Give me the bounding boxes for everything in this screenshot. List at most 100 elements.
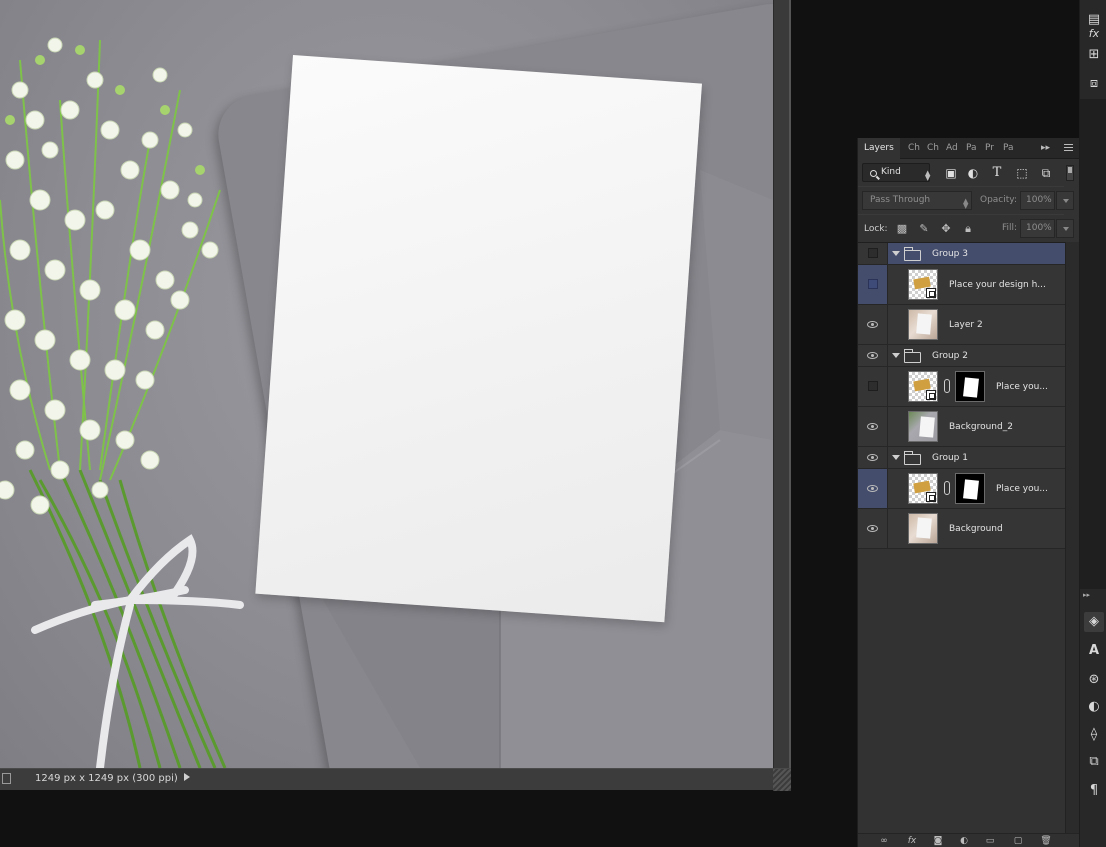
- layer-thumbnail[interactable]: [908, 411, 938, 442]
- layer-name[interactable]: Background: [949, 524, 1003, 534]
- eye-icon[interactable]: [867, 525, 878, 532]
- opacity-dropdown-icon[interactable]: [1056, 191, 1074, 210]
- filter-toggle-switch[interactable]: [1066, 165, 1074, 181]
- expand-arrow-icon[interactable]: [892, 251, 900, 256]
- layer-name[interactable]: Place you...: [996, 382, 1048, 392]
- blend-mode-select[interactable]: Pass Through ▲ ▼: [862, 191, 972, 210]
- layer-name[interactable]: Place your design h...: [949, 280, 1046, 290]
- eye-icon[interactable]: [867, 485, 878, 492]
- paragraph-icon[interactable]: ¶: [1084, 781, 1104, 801]
- character-icon[interactable]: A: [1084, 641, 1104, 661]
- status-menu-arrow-icon[interactable]: [184, 773, 190, 781]
- type-filter-icon[interactable]: T: [990, 166, 1004, 180]
- blank-card[interactable]: [255, 55, 703, 623]
- dock-panel-icon[interactable]: ⊞: [1084, 45, 1104, 65]
- properties-icon[interactable]: ⧈: [1084, 74, 1104, 94]
- visibility-empty-box[interactable]: [868, 381, 878, 391]
- lock-brush-icon[interactable]: ✎: [918, 223, 930, 235]
- tab-properties[interactable]: Pr: [983, 138, 996, 159]
- smart-object-filter-icon[interactable]: ⧉: [1039, 166, 1053, 180]
- layer-name[interactable]: Layer 2: [949, 320, 983, 330]
- adjustment-layer-icon[interactable]: ◐: [958, 836, 970, 846]
- tab-adjustments[interactable]: Ad: [944, 138, 960, 159]
- filter-kind-label: Kind: [881, 167, 901, 177]
- collapse-dock-icon[interactable]: ▸▸: [1083, 591, 1090, 599]
- layer-mask-thumbnail[interactable]: [955, 473, 985, 504]
- new-group-icon[interactable]: ▭: [984, 836, 996, 846]
- layer-row-place-design-3[interactable]: Place your design h...: [858, 265, 1065, 305]
- 3d-icon[interactable]: ⧉: [1084, 752, 1104, 772]
- smart-object-thumbnail[interactable]: [908, 269, 938, 300]
- layer-thumbnail[interactable]: [908, 513, 938, 544]
- visibility-empty-box[interactable]: [868, 248, 878, 258]
- tab-layers[interactable]: Layers: [858, 138, 900, 160]
- fx-icon[interactable]: fx: [906, 836, 918, 846]
- more-tabs-icon[interactable]: ▸▸: [1041, 143, 1050, 153]
- layer-name[interactable]: Place you...: [996, 484, 1048, 494]
- add-mask-icon[interactable]: ◙: [932, 836, 944, 846]
- layer-row-group-2[interactable]: Group 2: [858, 345, 1065, 367]
- adjustment-filter-icon[interactable]: ◐: [966, 166, 980, 180]
- eye-icon[interactable]: [867, 423, 878, 430]
- layer-row-background-2[interactable]: Background_2: [858, 407, 1065, 447]
- layer-row-background[interactable]: Background: [858, 509, 1065, 549]
- channels-icon[interactable]: ⊛: [1084, 670, 1104, 690]
- visibility-cell[interactable]: [858, 469, 888, 508]
- filter-kind-select[interactable]: Kind ▲ ▼: [862, 163, 930, 182]
- layer-name[interactable]: Background_2: [949, 422, 1013, 432]
- styles-fx-icon[interactable]: fx: [1084, 24, 1104, 44]
- tab-character[interactable]: Ch: [925, 138, 941, 159]
- link-layers-icon[interactable]: ∞: [878, 836, 890, 846]
- expand-arrow-icon[interactable]: [892, 353, 900, 358]
- tab-paragraph[interactable]: Pa: [1001, 138, 1016, 159]
- panel-menu-icon[interactable]: [1059, 142, 1074, 154]
- eye-icon[interactable]: [867, 321, 878, 328]
- visibility-cell[interactable]: [858, 265, 888, 304]
- link-chain-icon[interactable]: [944, 379, 950, 393]
- layer-name[interactable]: Group 2: [932, 351, 968, 361]
- lock-move-icon[interactable]: ✥: [940, 223, 952, 235]
- layer-row-layer-2[interactable]: Layer 2: [858, 305, 1065, 345]
- visibility-cell[interactable]: [858, 305, 888, 344]
- resize-grip[interactable]: [773, 769, 791, 791]
- adjustments-icon[interactable]: ◐: [1084, 697, 1104, 717]
- layer-row-group-1[interactable]: Group 1: [858, 447, 1065, 469]
- visibility-empty-box[interactable]: [868, 279, 878, 289]
- shape-filter-icon[interactable]: ⬚: [1015, 166, 1029, 180]
- visibility-cell[interactable]: [858, 345, 888, 366]
- eye-icon[interactable]: [867, 352, 878, 359]
- smart-object-thumbnail[interactable]: [908, 371, 938, 402]
- fill-input[interactable]: 100%: [1020, 219, 1055, 238]
- lock-all-icon[interactable]: 🔒︎: [962, 223, 974, 235]
- lock-transparency-icon[interactable]: ▩: [896, 223, 908, 235]
- link-chain-icon[interactable]: [944, 481, 950, 495]
- status-doc-icon[interactable]: [2, 773, 11, 784]
- layers-dock-icon[interactable]: ◈: [1084, 612, 1104, 632]
- visibility-cell[interactable]: [858, 509, 888, 548]
- tab-paths[interactable]: Pa: [964, 138, 979, 159]
- visibility-cell[interactable]: [858, 407, 888, 446]
- fill-dropdown-icon[interactable]: [1056, 219, 1074, 238]
- layer-mask-thumbnail[interactable]: [955, 371, 985, 402]
- paths-icon[interactable]: ⟠: [1084, 725, 1104, 745]
- visibility-cell[interactable]: [858, 243, 888, 264]
- layer-row-place-design-1[interactable]: Place you...: [858, 469, 1065, 509]
- expand-arrow-icon[interactable]: [892, 455, 900, 460]
- visibility-cell[interactable]: [858, 447, 888, 468]
- trash-icon[interactable]: 🗑︎: [1040, 836, 1052, 846]
- smart-object-thumbnail[interactable]: [908, 473, 938, 504]
- layer-name[interactable]: Group 3: [932, 249, 968, 259]
- visibility-cell[interactable]: [858, 367, 888, 406]
- document-info[interactable]: 1249 px x 1249 px (300 ppi): [35, 773, 178, 784]
- opacity-input[interactable]: 100%: [1020, 191, 1055, 210]
- layers-scrollbar[interactable]: [1065, 242, 1080, 833]
- layer-row-place-design-2[interactable]: Place you...: [858, 367, 1065, 407]
- layer-thumbnail[interactable]: [908, 309, 938, 340]
- pixel-filter-icon[interactable]: ▣: [944, 166, 958, 180]
- layer-name[interactable]: Group 1: [932, 453, 968, 463]
- document-canvas[interactable]: [0, 0, 773, 768]
- new-layer-icon[interactable]: ▢: [1012, 836, 1024, 846]
- eye-icon[interactable]: [867, 454, 878, 461]
- layer-row-group-3[interactable]: Group 3: [858, 243, 1065, 265]
- tab-channels[interactable]: Ch: [906, 138, 922, 159]
